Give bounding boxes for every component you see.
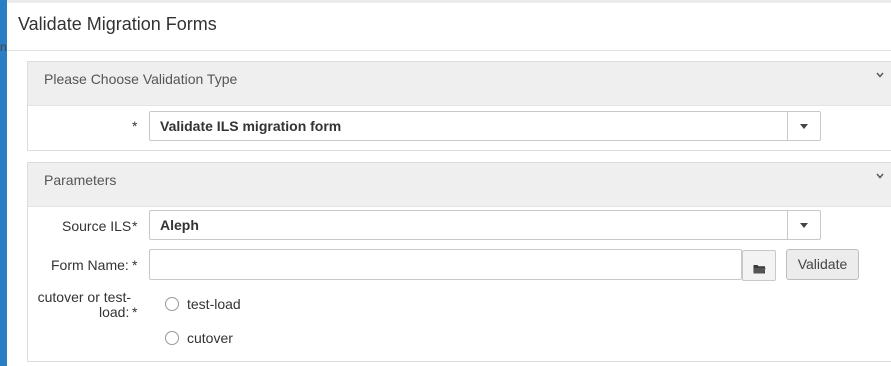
cutover-label-line2: load: — [99, 304, 130, 320]
validation-type-select[interactable]: Validate ILS migration form — [149, 111, 821, 141]
source-ils-select[interactable]: Aleph — [149, 210, 821, 240]
validation-type-required-mark: * — [132, 118, 138, 134]
parameters-panel-header[interactable]: Parameters — [28, 163, 891, 207]
chevron-down-icon[interactable] — [876, 72, 884, 80]
validation-type-panel-title: Please Choose Validation Type — [44, 71, 238, 87]
test-load-radio[interactable] — [165, 297, 179, 311]
cutover-label-line1: cutover or test- — [37, 289, 131, 305]
test-load-radio-label[interactable]: test-load — [187, 296, 241, 312]
parameters-panel-title: Parameters — [44, 172, 117, 188]
left-nav-fragment-text: n — [0, 40, 7, 54]
cutover-required-mark: * — [132, 304, 138, 320]
chevron-down-icon[interactable] — [876, 173, 884, 181]
cutover-radio-label[interactable]: cutover — [187, 330, 233, 346]
validation-type-selected-value: Validate ILS migration form — [160, 118, 342, 134]
source-ils-label: Source ILS — [62, 218, 132, 234]
caret-down-icon — [800, 124, 808, 129]
title-divider — [7, 50, 891, 51]
form-name-input[interactable] — [149, 249, 742, 280]
caret-down-icon — [800, 223, 808, 228]
browse-file-button[interactable] — [742, 250, 776, 281]
folder-icon — [753, 261, 766, 279]
form-name-label: Form Name: — [51, 257, 129, 273]
cutover-radio[interactable] — [165, 331, 179, 345]
top-divider — [7, 0, 891, 3]
form-name-required-mark: * — [132, 257, 138, 273]
page-title: Validate Migration Forms — [18, 14, 217, 34]
left-nav-strip — [0, 0, 7, 366]
validation-type-panel-header[interactable]: Please Choose Validation Type — [28, 62, 891, 106]
source-ils-required-mark: * — [132, 218, 138, 234]
validation-type-dropdown-button[interactable] — [787, 112, 820, 140]
source-ils-selected-value: Aleph — [160, 217, 199, 233]
validate-button[interactable]: Validate — [786, 249, 859, 280]
source-ils-dropdown-button[interactable] — [787, 211, 820, 239]
